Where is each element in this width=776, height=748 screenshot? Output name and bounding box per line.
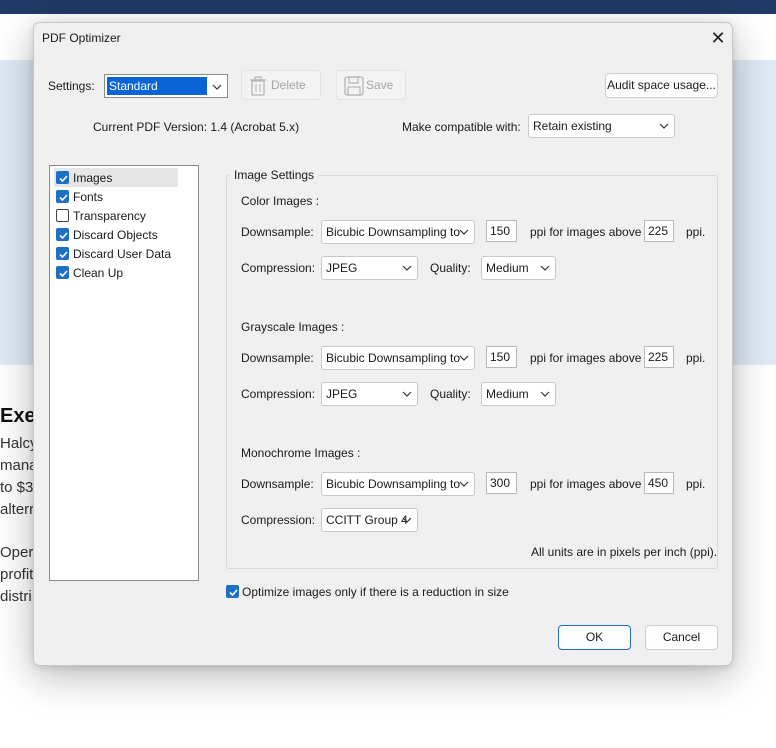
color-compression-label: Compression: (241, 261, 316, 275)
monochrome-compression-dropdown[interactable]: CCITT Group 4 (321, 508, 418, 532)
monochrome-compression-label: Compression: (241, 513, 316, 527)
panel-item-label: Fonts (73, 190, 104, 204)
chevron-down-icon (212, 84, 222, 90)
chevron-down-icon (540, 265, 550, 271)
panel-item-label: Transparency (73, 209, 146, 223)
color-downsample-label: Downsample: (241, 225, 314, 239)
color-compression-dropdown[interactable]: JPEG (321, 256, 418, 280)
checkmark-icon (59, 251, 68, 259)
checkmark-icon (229, 589, 238, 597)
color-ppi-unit: ppi. (686, 225, 706, 239)
checkmark-icon (59, 270, 68, 278)
panel-item-clean-up[interactable]: Clean Up (54, 263, 178, 282)
chevron-down-icon (459, 229, 469, 235)
delete-label: Delete (271, 78, 306, 92)
monochrome-ppi-input[interactable]: 300 (486, 472, 517, 494)
monochrome-above-label: ppi for images above (530, 477, 642, 491)
color-quality-dropdown[interactable]: Medium (481, 256, 556, 280)
title-bar[interactable]: PDF Optimizer ✕ (34, 23, 732, 53)
panel-item-discard-user-data[interactable]: Discard User Data (54, 244, 178, 263)
color-downsample-dropdown[interactable]: Bicubic Downsampling to (321, 220, 475, 244)
panel-item-label: Discard User Data (73, 247, 172, 261)
monochrome-downsample-dropdown[interactable]: Bicubic Downsampling to (321, 472, 475, 496)
fonts-checkbox[interactable] (56, 190, 69, 203)
delete-button[interactable]: Delete (241, 70, 321, 100)
settings-label: Settings: (48, 79, 95, 93)
panel-item-fonts[interactable]: Fonts (54, 187, 178, 206)
current-pdf-version: Current PDF Version: 1.4 (Acrobat 5.x) (93, 120, 300, 134)
chevron-down-icon (540, 391, 550, 397)
color-ppi-input[interactable]: 150 (486, 220, 517, 242)
image-settings-title: Image Settings (230, 168, 319, 182)
cancel-button[interactable]: Cancel (645, 625, 718, 650)
units-note: All units are in pixels per inch (ppi). (531, 545, 718, 559)
close-icon[interactable]: ✕ (708, 28, 728, 48)
grayscale-downsample-label: Downsample: (241, 351, 314, 365)
grayscale-quality-dropdown[interactable]: Medium (481, 382, 556, 406)
chevron-down-icon (659, 123, 669, 129)
grayscale-compression-dropdown[interactable]: JPEG (321, 382, 418, 406)
chevron-down-icon (402, 265, 412, 271)
save-button[interactable]: Save (336, 70, 406, 100)
chevron-down-icon (402, 517, 412, 523)
panel-item-images[interactable]: Images (54, 168, 178, 187)
floppy-disk-icon (344, 76, 364, 96)
panel-item-label: Images (73, 171, 113, 185)
dialog-title: PDF Optimizer (42, 31, 121, 45)
monochrome-downsample-label: Downsample: (241, 477, 314, 491)
monochrome-images-header: Monochrome Images : (241, 446, 361, 460)
monochrome-above-input[interactable]: 450 (644, 472, 674, 494)
panel-item-discard-objects[interactable]: Discard Objects (54, 225, 178, 244)
discard-user-data-checkbox[interactable] (56, 247, 69, 260)
grayscale-downsample-value: Bicubic Downsampling to (326, 351, 461, 365)
compatible-label: Make compatible with: (402, 120, 521, 134)
panel-item-transparency[interactable]: Transparency (54, 206, 178, 225)
ok-button[interactable]: OK (558, 625, 631, 650)
grayscale-compression-label: Compression: (241, 387, 316, 401)
color-downsample-value: Bicubic Downsampling to (326, 225, 461, 239)
checkmark-icon (59, 194, 68, 202)
grayscale-above-input[interactable]: 225 (644, 346, 674, 368)
color-quality-label: Quality: (430, 261, 471, 275)
checkmark-icon (59, 232, 68, 240)
clean-up-checkbox[interactable] (56, 266, 69, 279)
grayscale-quality-value: Medium (486, 387, 529, 401)
grayscale-ppi-unit: ppi. (686, 351, 706, 365)
grayscale-quality-label: Quality: (430, 387, 471, 401)
color-quality-value: Medium (486, 261, 529, 275)
color-images-header: Color Images : (241, 194, 320, 208)
panel-item-label: Discard Objects (73, 228, 158, 242)
settings-selected-value: Standard (107, 77, 207, 95)
optimize-images-label: Optimize images only if there is a reduc… (242, 585, 509, 599)
checkmark-icon (59, 175, 68, 183)
pdf-optimizer-dialog: PDF Optimizer ✕ Settings: Standard Delet… (33, 22, 733, 666)
background-top-bar (0, 0, 776, 14)
discard-objects-checkbox[interactable] (56, 228, 69, 241)
optimize-images-checkbox[interactable] (226, 585, 239, 598)
color-compression-value: JPEG (326, 261, 358, 275)
color-above-label: ppi for images above (530, 225, 642, 239)
monochrome-ppi-unit: ppi. (686, 477, 706, 491)
chevron-down-icon (402, 391, 412, 397)
grayscale-compression-value: JPEG (326, 387, 358, 401)
save-label: Save (366, 78, 394, 92)
monochrome-compression-value: CCITT Group 4 (326, 513, 408, 527)
settings-dropdown[interactable]: Standard (104, 74, 228, 98)
compatibility-value: Retain existing (533, 119, 612, 133)
transparency-checkbox[interactable] (56, 209, 69, 222)
optimizer-panel-list: Images Fonts Transparency Discard Object… (49, 165, 199, 581)
chevron-down-icon (459, 355, 469, 361)
images-checkbox[interactable] (56, 171, 69, 184)
trash-icon (250, 76, 266, 96)
grayscale-images-header: Grayscale Images : (241, 320, 345, 334)
panel-item-label: Clean Up (73, 266, 124, 280)
compatibility-dropdown[interactable]: Retain existing (528, 114, 675, 138)
monochrome-downsample-value: Bicubic Downsampling to (326, 477, 461, 491)
grayscale-downsample-dropdown[interactable]: Bicubic Downsampling to (321, 346, 475, 370)
grayscale-above-label: ppi for images above (530, 351, 642, 365)
audit-space-usage-button[interactable]: Audit space usage... (605, 73, 718, 98)
chevron-down-icon (459, 481, 469, 487)
color-above-input[interactable]: 225 (644, 220, 674, 242)
grayscale-ppi-input[interactable]: 150 (486, 346, 517, 368)
